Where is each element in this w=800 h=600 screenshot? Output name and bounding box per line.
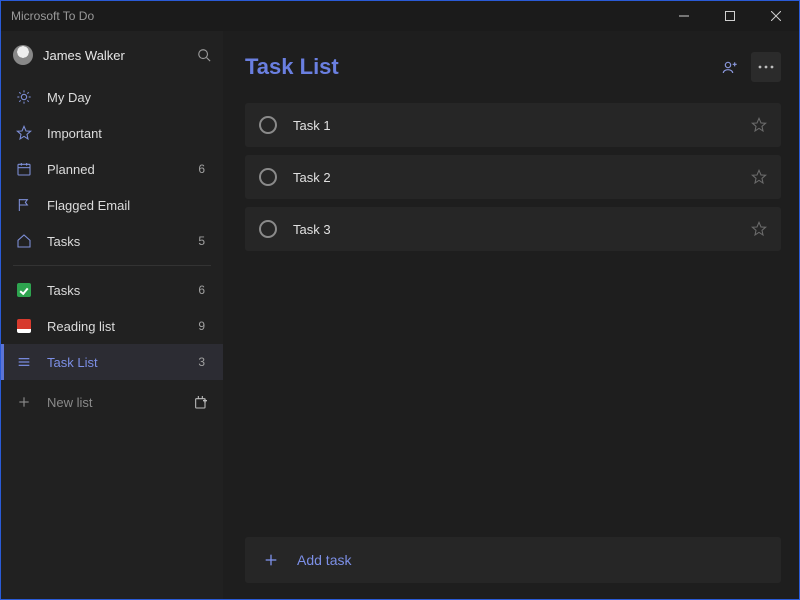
sidebar-item-label: Important bbox=[47, 126, 209, 141]
list-color-icon bbox=[15, 319, 33, 333]
user-name: James Walker bbox=[43, 48, 197, 63]
task-checkbox[interactable] bbox=[259, 168, 277, 186]
task-row[interactable]: Task 1 bbox=[245, 103, 781, 147]
minimize-button[interactable] bbox=[661, 1, 707, 31]
task-label: Task 3 bbox=[293, 222, 751, 237]
task-checkbox[interactable] bbox=[259, 116, 277, 134]
sidebar-item-count: 9 bbox=[198, 319, 209, 333]
calendar-icon bbox=[15, 161, 33, 177]
sun-icon bbox=[15, 89, 33, 105]
main-header: Task List bbox=[245, 31, 781, 103]
sidebar-item-flagged[interactable]: Flagged Email bbox=[1, 187, 223, 223]
avatar bbox=[13, 45, 33, 65]
new-list-label: New list bbox=[47, 395, 193, 410]
sidebar-item-count: 3 bbox=[198, 355, 209, 369]
sidebar-item-count: 6 bbox=[198, 162, 209, 176]
search-icon[interactable] bbox=[197, 48, 211, 62]
sidebar-item-important[interactable]: Important bbox=[1, 115, 223, 151]
home-icon bbox=[15, 233, 33, 249]
sidebar-item-label: Planned bbox=[47, 162, 198, 177]
sidebar: James Walker My Day Important bbox=[1, 31, 223, 599]
plus-icon bbox=[263, 552, 279, 568]
sidebar-item-label: Reading list bbox=[47, 319, 198, 334]
task-label: Task 2 bbox=[293, 170, 751, 185]
list-title: Task List bbox=[245, 54, 709, 80]
window-title: Microsoft To Do bbox=[11, 9, 661, 23]
list-icon bbox=[15, 354, 33, 370]
sidebar-item-label: Task List bbox=[47, 355, 198, 370]
task-row[interactable]: Task 3 bbox=[245, 207, 781, 251]
sidebar-item-my-day[interactable]: My Day bbox=[1, 79, 223, 115]
sidebar-item-label: Tasks bbox=[47, 283, 198, 298]
sidebar-item-planned[interactable]: Planned 6 bbox=[1, 151, 223, 187]
sidebar-list-tasks[interactable]: Tasks 6 bbox=[1, 272, 223, 308]
star-icon[interactable] bbox=[751, 221, 767, 237]
main-panel: Task List Task 1 Task 2 bbox=[223, 31, 799, 599]
new-group-icon[interactable] bbox=[193, 394, 209, 410]
sidebar-item-label: Flagged Email bbox=[47, 198, 209, 213]
maximize-button[interactable] bbox=[707, 1, 753, 31]
star-icon bbox=[15, 125, 33, 141]
list-color-icon bbox=[15, 283, 33, 297]
add-task-row[interactable]: Add task bbox=[245, 537, 781, 583]
new-list-row[interactable]: New list bbox=[1, 382, 223, 422]
sidebar-item-tasks[interactable]: Tasks 5 bbox=[1, 223, 223, 259]
share-button[interactable] bbox=[715, 52, 745, 82]
more-button[interactable] bbox=[751, 52, 781, 82]
task-checkbox[interactable] bbox=[259, 220, 277, 238]
sidebar-divider bbox=[13, 265, 211, 266]
sidebar-item-count: 6 bbox=[198, 283, 209, 297]
sidebar-item-count: 5 bbox=[198, 234, 209, 248]
add-task-label: Add task bbox=[297, 552, 351, 568]
plus-icon bbox=[15, 395, 33, 409]
sidebar-item-label: Tasks bbox=[47, 234, 198, 249]
task-label: Task 1 bbox=[293, 118, 751, 133]
close-button[interactable] bbox=[753, 1, 799, 31]
star-icon[interactable] bbox=[751, 117, 767, 133]
flag-icon bbox=[15, 197, 33, 213]
profile-row[interactable]: James Walker bbox=[1, 31, 223, 79]
sidebar-item-label: My Day bbox=[47, 90, 209, 105]
task-row[interactable]: Task 2 bbox=[245, 155, 781, 199]
sidebar-list-reading[interactable]: Reading list 9 bbox=[1, 308, 223, 344]
star-icon[interactable] bbox=[751, 169, 767, 185]
task-list: Task 1 Task 2 Task 3 bbox=[245, 103, 781, 251]
titlebar: Microsoft To Do bbox=[1, 1, 799, 31]
sidebar-list-task-list[interactable]: Task List 3 bbox=[1, 344, 223, 380]
